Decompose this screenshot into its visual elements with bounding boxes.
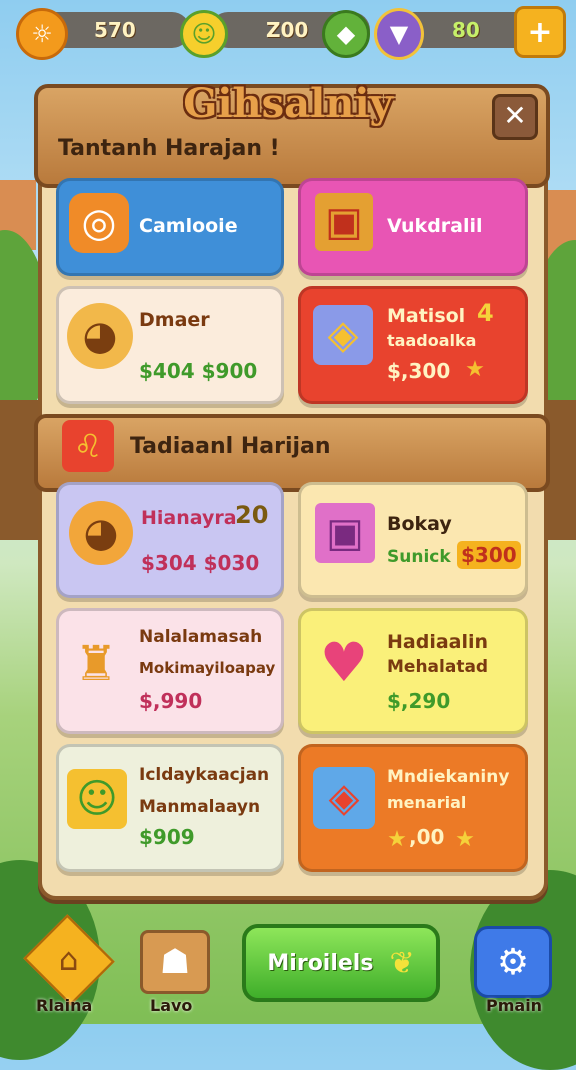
star-icon: ★ [465,356,485,382]
panel-title: Gihsalniy [183,80,393,127]
shop-card-bokay[interactable]: ▣ Bokay Sunick $300 [298,482,528,598]
section-title: Tadiaanl Harijan [130,434,331,459]
close-button[interactable]: ✕ [492,94,538,140]
magic-box-icon: ▣ [315,503,375,563]
shop-card-vukdralil[interactable]: ▣ Vukdralil [298,178,528,276]
card-title: Nalalamasah [139,627,263,647]
main-action-button[interactable]: Miroilels ❦ [242,924,440,1002]
cake-icon: ☗ [159,942,191,982]
card-title: Matisol [387,305,466,327]
card-title: Hianayra [141,507,237,529]
resource-bar: ☼ 570 ☺ Z00 ◆ ▼ 80 + [0,0,576,60]
star-icon: ★ [387,826,407,852]
card-subtitle: menarial [387,793,467,812]
card-price: $,990 [139,689,203,713]
shop-card-nalalamasah[interactable]: ♜ Nalalamasah Mokimayiloapay $,990 [56,608,284,734]
card-price: $404 $900 [139,359,258,383]
shop-card-matisol[interactable]: ◈ Matisol 4 taadoalka $,300 ★ [298,286,528,404]
shop-card-dmaer[interactable]: ◕ Dmaer $404 $900 [56,286,284,404]
green-gem-icon: ◆ [322,10,370,58]
add-currency-button[interactable]: + [514,6,566,58]
card-price: $304 $030 [141,551,260,575]
card-badge: 4 [477,299,494,327]
shop-card-icldaykaacjan[interactable]: ☺ Icldaykaacjan Manmalaayn $909 [56,744,284,872]
shop-card-mndiekaniny[interactable]: ◈ Mndiekaniny menarial ★ ,00 ★ [298,744,528,872]
card-title: Vukdralil [387,215,483,237]
settings-label: Pmain [486,996,543,1015]
star-icon: ★ [455,826,475,852]
home-label: Rlaina [36,996,93,1015]
gear-icon: ⚙ [496,941,530,983]
crystal-box-icon: ◈ [313,305,373,365]
gold-coin-icon: ☺ [180,10,228,58]
shop-card-camlooie[interactable]: ◎ Camlooie [56,178,284,276]
sun-icon: ☼ [16,8,68,60]
panel-subtitle: Tantanh Harajan ! [58,136,280,161]
card-title: Dmaer [139,309,210,331]
card-subtitle: Mehalatad [387,657,489,677]
ring-item-icon: ◎ [69,193,129,253]
cherry-box-icon: ◈ [313,767,375,829]
card-price: ,00 [409,825,445,849]
card-price[interactable]: $300 [457,541,521,569]
card-subtitle: Sunick [387,547,451,567]
shop-card-hadiaalin[interactable]: ♥ Hadiaalin Mehalatad $,290 [298,608,528,734]
gift-box-icon: ▣ [315,193,373,251]
card-price: $,290 [387,689,451,713]
card-title: Icldaykaacjan [139,765,270,785]
card-subtitle: taadoalka [387,331,477,350]
card-badge: 20 [235,501,269,529]
card-price: $,300 [387,359,451,383]
card-price: $909 [139,825,195,849]
card-title: Mndiekaniny [387,767,510,787]
purple-potion-icon: ▼ [374,8,424,60]
house-icon: ⌂ [59,942,79,978]
cake-button[interactable]: ☗ [140,930,210,994]
sun-value: 570 [94,18,136,42]
cat-creature-icon: ◕ [67,303,133,369]
settings-button[interactable]: ⚙ [474,926,552,998]
lion-badge-icon: ♌ [62,420,114,472]
bear-creature-icon: ◕ [69,501,133,565]
card-subtitle: Manmalaayn [139,797,261,817]
potion-value: 80 [452,18,480,42]
shop-card-hianayra[interactable]: ◕ Hianayra 20 $304 $030 [56,482,284,598]
main-action-label: Miroilels [267,950,374,976]
cake-label: Lavo [150,996,193,1015]
leaf-icon: ❦ [389,945,415,981]
card-title: Bokay [387,513,452,535]
card-title: Camlooie [139,215,238,237]
heart-icon: ♥ [319,630,369,694]
smiley-kite-icon: ☺ [67,769,127,829]
coin-value: Z00 [266,18,309,42]
card-subtitle: Mokimayiloapay [139,659,276,677]
trophy-cup-icon: ♜ [74,636,118,692]
card-title: Hadiaalin [387,631,489,653]
